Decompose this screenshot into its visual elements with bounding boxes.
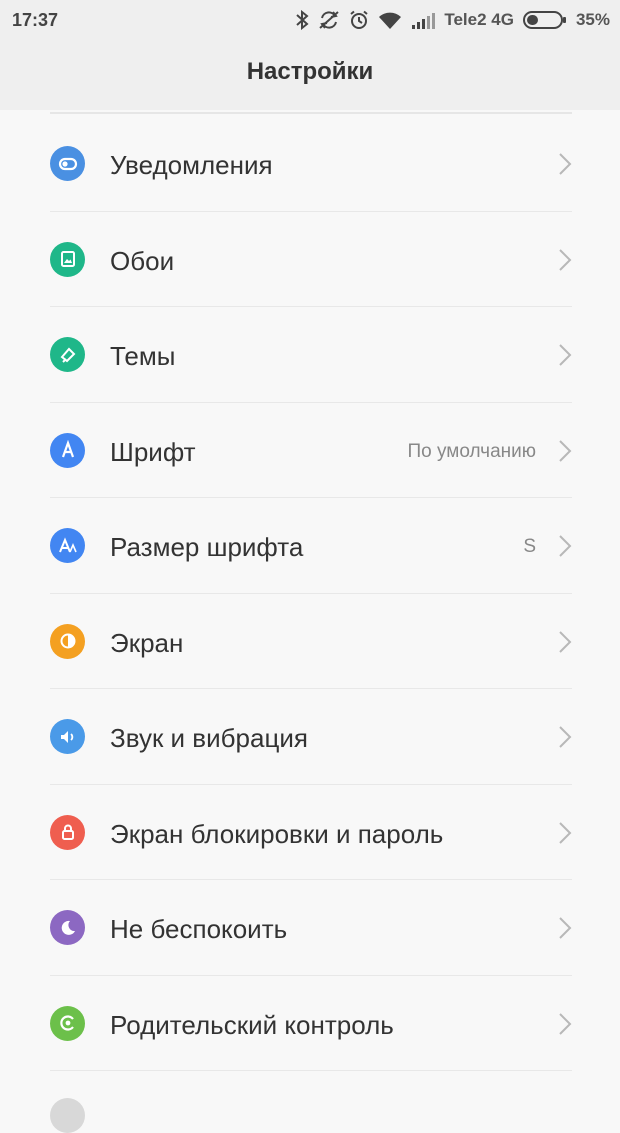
font-icon (50, 432, 85, 468)
settings-item-label: Обои (110, 245, 175, 276)
parental-control-icon (50, 1005, 85, 1041)
settings-item-label: Уведомления (110, 150, 273, 180)
settings-item-label: Размер шрифта (110, 532, 304, 562)
top-bar: 17:37 Tele2 4G 35% Настройки (0, 0, 620, 110)
settings-list: Уведомления Обои Темы Шрифт По умолчанию Разм… (0, 116, 620, 1071)
sync-icon (318, 10, 340, 30)
do-not-disturb-icon (50, 910, 85, 945)
divider (50, 112, 572, 114)
status-bar: 17:37 Tele2 4G 35% (0, 0, 620, 40)
chevron-right-icon (558, 534, 572, 558)
chevron-right-icon (558, 152, 572, 176)
chevron-right-icon (558, 343, 572, 367)
settings-item-label: Не беспокоить (110, 914, 288, 944)
settings-item-label: Экран (110, 627, 184, 658)
chevron-right-icon (558, 916, 572, 940)
themes-icon (50, 337, 85, 372)
battery-percent: 35% (575, 10, 610, 29)
settings-item-label: Шрифт (110, 436, 196, 467)
sound-icon (50, 719, 85, 754)
battery-icon (522, 10, 567, 30)
chevron-right-icon (558, 725, 572, 749)
wallpaper-icon (50, 241, 85, 277)
settings-item-label: Родительский контроль (110, 1009, 394, 1040)
font-size-icon (50, 528, 85, 563)
display-icon (50, 623, 85, 659)
settings-item-value: По умолчанию (407, 440, 537, 462)
chevron-right-icon (558, 821, 572, 845)
settings-item-themes[interactable]: Темы (0, 307, 620, 403)
settings-item-font[interactable]: Шрифт По умолчанию (0, 403, 620, 499)
chevron-right-icon (558, 439, 572, 463)
settings-item-label: Экран блокировки и пароль (110, 818, 444, 849)
chevron-right-icon (558, 630, 572, 654)
settings-item-lock[interactable]: Экран блокировки и пароль (0, 785, 620, 881)
settings-item-wallpaper[interactable]: Обои (0, 212, 620, 308)
chevron-right-icon (558, 1012, 572, 1036)
notifications-icon (50, 146, 85, 181)
status-icons: Tele2 4G 35% (295, 8, 610, 32)
settings-item-value: S (523, 536, 536, 557)
settings-item-do-not-disturb[interactable]: Не беспокоить (0, 880, 620, 976)
settings-item-notifications[interactable]: Уведомления (0, 116, 620, 212)
settings-item-display[interactable]: Экран (0, 594, 620, 690)
status-time: 17:37 (12, 10, 59, 30)
carrier-name: Tele2 4G (444, 10, 514, 29)
alarm-icon (349, 10, 369, 30)
lock-icon (50, 814, 85, 850)
list-item-partial[interactable] (0, 1072, 620, 1133)
page-title: Настройки (246, 58, 374, 85)
signal-icon (411, 11, 436, 29)
settings-item-parental-control[interactable]: Родительский контроль (0, 976, 620, 1072)
wifi-icon (378, 10, 402, 30)
settings-item-label: Темы (110, 341, 176, 371)
settings-item-sound[interactable]: Звук и вибрация (0, 689, 620, 785)
partial-item-icon (50, 1098, 85, 1133)
settings-item-font-size[interactable]: Размер шрифта S (0, 498, 620, 594)
bluetooth-icon (295, 10, 309, 30)
chevron-right-icon (558, 248, 572, 272)
settings-item-label: Звук и вибрация (110, 723, 308, 753)
